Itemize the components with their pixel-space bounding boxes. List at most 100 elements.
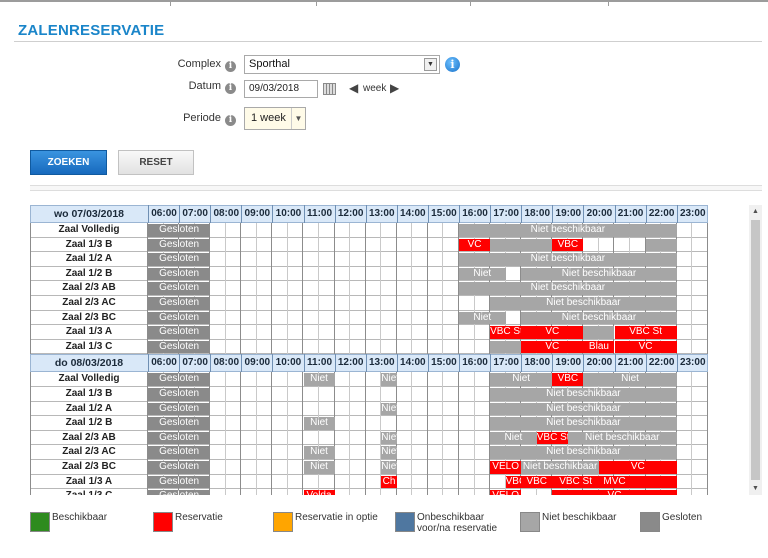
- slot-niet[interactable]: Niet: [490, 431, 537, 445]
- time-slot[interactable]: [428, 252, 444, 267]
- time-slot[interactable]: [257, 310, 273, 326]
- time-slot[interactable]: [397, 281, 413, 296]
- time-slot[interactable]: [288, 252, 304, 267]
- time-slot[interactable]: [397, 223, 413, 238]
- slot-res[interactable]: MVC: [598, 475, 631, 489]
- time-slot[interactable]: [397, 296, 413, 311]
- time-slot[interactable]: [226, 416, 242, 431]
- time-slot[interactable]: [692, 237, 708, 253]
- slot-niet[interactable]: [583, 326, 615, 339]
- periode-select[interactable]: 1 week ▼: [244, 107, 306, 130]
- time-slot[interactable]: [475, 339, 491, 355]
- time-slot[interactable]: [288, 223, 304, 238]
- time-slot[interactable]: [350, 372, 366, 387]
- time-slot[interactable]: [397, 445, 413, 460]
- time-slot[interactable]: [257, 252, 273, 267]
- time-slot[interactable]: [226, 445, 242, 460]
- time-slot[interactable]: [226, 460, 242, 475]
- time-slot[interactable]: [475, 401, 491, 417]
- time-slot[interactable]: [257, 237, 273, 253]
- time-slot[interactable]: [272, 296, 288, 311]
- time-slot[interactable]: [692, 310, 708, 326]
- time-slot[interactable]: [381, 252, 397, 267]
- time-slot[interactable]: [677, 460, 693, 475]
- time-slot[interactable]: [412, 430, 428, 446]
- time-slot[interactable]: [443, 445, 459, 460]
- slot-niet[interactable]: Niet beschikbaar: [459, 224, 677, 237]
- time-slot[interactable]: [506, 266, 522, 282]
- slot-res[interactable]: VBC: [521, 475, 553, 489]
- time-slot[interactable]: [335, 430, 351, 446]
- time-slot[interactable]: [241, 372, 257, 387]
- time-slot[interactable]: [257, 372, 273, 387]
- slot-res[interactable]: VC: [598, 461, 677, 474]
- time-slot[interactable]: [226, 252, 242, 267]
- time-slot[interactable]: [428, 460, 444, 475]
- time-slot[interactable]: [428, 223, 444, 238]
- time-slot[interactable]: [677, 310, 693, 326]
- time-slot[interactable]: [272, 266, 288, 282]
- time-slot[interactable]: [443, 223, 459, 238]
- time-slot[interactable]: [459, 430, 475, 446]
- time-slot[interactable]: [692, 474, 708, 490]
- time-slot[interactable]: [257, 223, 273, 238]
- time-slot[interactable]: [288, 430, 304, 446]
- time-slot[interactable]: [304, 281, 320, 296]
- time-slot[interactable]: [272, 460, 288, 475]
- slot-niet[interactable]: Niet: [459, 311, 506, 325]
- time-slot[interactable]: [366, 266, 382, 282]
- slot-niet[interactable]: Niet beschikbaar: [490, 446, 677, 459]
- zoeken-button[interactable]: ZOEKEN: [30, 150, 107, 175]
- time-slot[interactable]: [630, 237, 646, 253]
- time-slot[interactable]: [210, 281, 226, 296]
- time-slot[interactable]: [226, 237, 242, 253]
- next-week-icon[interactable]: ▶: [390, 81, 399, 95]
- time-slot[interactable]: [288, 237, 304, 253]
- slot-niet[interactable]: Niet beschikbaar: [490, 402, 677, 416]
- slot-niet[interactable]: Niet beschikbaar: [521, 311, 677, 325]
- time-slot[interactable]: [272, 387, 288, 402]
- time-slot[interactable]: [443, 266, 459, 282]
- time-slot[interactable]: [677, 430, 693, 446]
- time-slot[interactable]: [350, 310, 366, 326]
- time-slot[interactable]: [350, 252, 366, 267]
- slot-res[interactable]: VBC: [505, 475, 522, 489]
- time-slot[interactable]: [381, 339, 397, 355]
- time-slot[interactable]: [210, 237, 226, 253]
- time-slot[interactable]: [335, 387, 351, 402]
- time-slot[interactable]: [350, 416, 366, 431]
- time-slot[interactable]: [241, 310, 257, 326]
- time-slot[interactable]: [459, 325, 475, 340]
- time-slot[interactable]: [288, 445, 304, 460]
- datum-input[interactable]: 09/03/2018: [244, 80, 318, 98]
- time-slot[interactable]: [366, 474, 382, 490]
- time-slot[interactable]: [366, 310, 382, 326]
- time-slot[interactable]: [288, 266, 304, 282]
- time-slot[interactable]: [226, 325, 242, 340]
- time-slot[interactable]: [428, 416, 444, 431]
- time-slot[interactable]: [443, 416, 459, 431]
- time-slot[interactable]: [272, 252, 288, 267]
- time-slot[interactable]: [210, 387, 226, 402]
- time-slot[interactable]: [677, 325, 693, 340]
- time-slot[interactable]: [241, 266, 257, 282]
- time-slot[interactable]: [428, 339, 444, 355]
- time-slot[interactable]: [475, 460, 491, 475]
- time-slot[interactable]: [692, 223, 708, 238]
- time-slot[interactable]: [272, 237, 288, 253]
- slot-niet[interactable]: Niet beschikbaar: [459, 253, 677, 266]
- time-slot[interactable]: [692, 460, 708, 475]
- scroll-down-icon[interactable]: ▼: [749, 482, 762, 495]
- slot-niet[interactable]: Niet: [303, 417, 335, 430]
- time-slot[interactable]: [677, 416, 693, 431]
- slot-niet[interactable]: Niet: [381, 431, 397, 445]
- slot-res[interactable]: VC: [521, 326, 584, 339]
- time-slot[interactable]: [428, 401, 444, 417]
- time-slot[interactable]: [443, 372, 459, 387]
- time-slot[interactable]: [226, 266, 242, 282]
- time-slot[interactable]: [335, 296, 351, 311]
- time-slot[interactable]: [319, 252, 335, 267]
- time-slot[interactable]: [288, 460, 304, 475]
- time-slot[interactable]: [319, 223, 335, 238]
- slot-res[interactable]: VBC St: [614, 326, 677, 339]
